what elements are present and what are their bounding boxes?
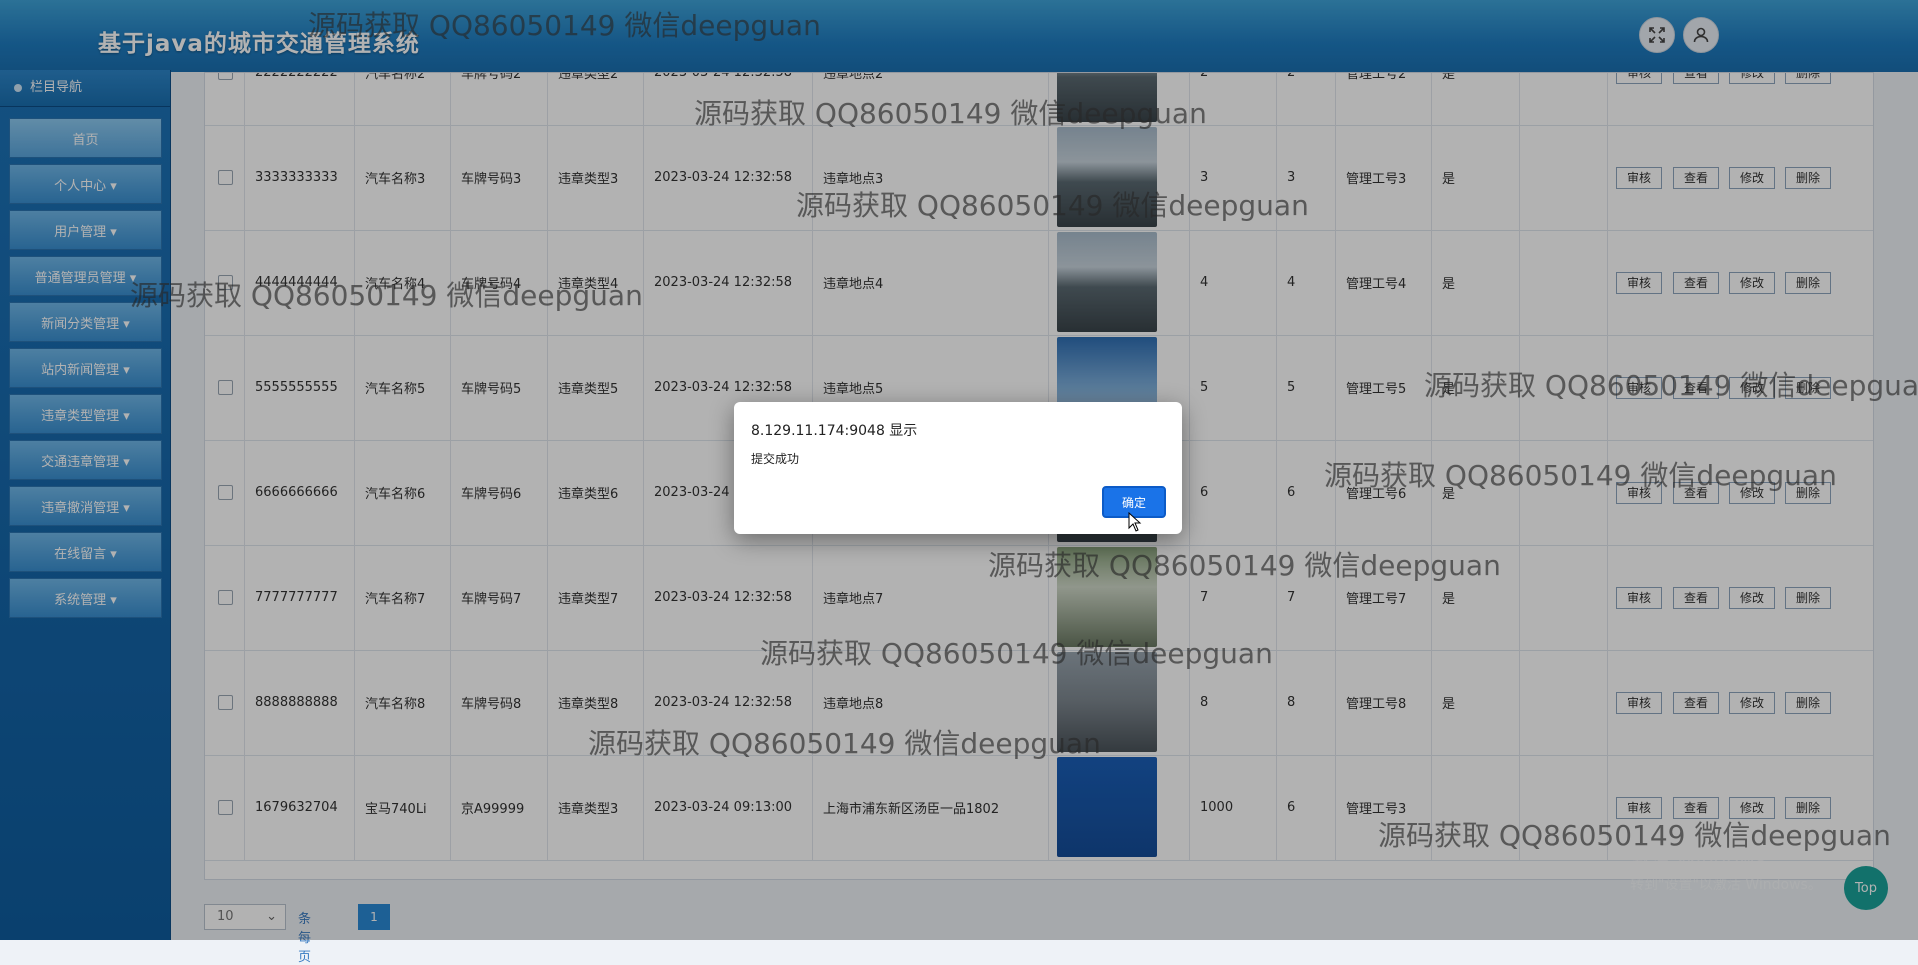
dialog-message: 提交成功 xyxy=(751,452,800,466)
alert-dialog: 8.129.11.174:9048 显示 提交成功 确定 xyxy=(734,402,1182,534)
mouse-cursor-icon xyxy=(1128,512,1142,532)
dialog-origin: 8.129.11.174:9048 显示 xyxy=(751,423,918,439)
